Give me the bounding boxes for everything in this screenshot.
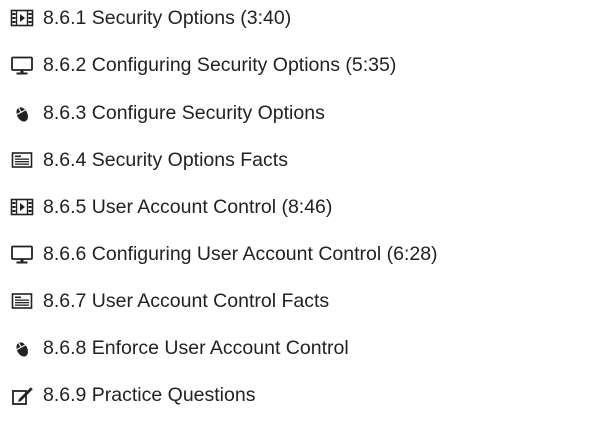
lesson-item-8-6-3[interactable]: 8.6.3 Configure Security Options xyxy=(0,97,591,129)
lesson-label: 8.6.3 Configure Security Options xyxy=(43,102,325,124)
video-icon xyxy=(10,7,34,29)
mouse-icon xyxy=(10,102,34,124)
lesson-label: 8.6.8 Enforce User Account Control xyxy=(43,337,349,359)
lesson-item-8-6-2[interactable]: 8.6.2 Configuring Security Options (5:35… xyxy=(0,49,591,81)
lesson-label: 8.6.4 Security Options Facts xyxy=(43,149,288,171)
lesson-label: 8.6.9 Practice Questions xyxy=(43,384,256,406)
lesson-label: 8.6.1 Security Options (3:40) xyxy=(43,7,292,29)
lesson-label: 8.6.2 Configuring Security Options (5:35… xyxy=(43,54,397,76)
monitor-icon xyxy=(10,243,34,265)
monitor-icon xyxy=(10,54,34,76)
lesson-item-8-6-7[interactable]: 8.6.7 User Account Control Facts xyxy=(0,285,591,317)
mouse-icon xyxy=(10,337,34,359)
video-icon xyxy=(10,196,34,218)
document-icon xyxy=(10,149,34,171)
lesson-item-8-6-1[interactable]: 8.6.1 Security Options (3:40) xyxy=(0,2,591,34)
lesson-label: 8.6.6 Configuring User Account Control (… xyxy=(43,243,438,265)
lesson-label: 8.6.7 User Account Control Facts xyxy=(43,290,330,312)
document-icon xyxy=(10,290,34,312)
lesson-item-8-6-5[interactable]: 8.6.5 User Account Control (8:46) xyxy=(0,191,591,223)
edit-icon xyxy=(10,384,34,406)
lesson-item-8-6-9[interactable]: 8.6.9 Practice Questions xyxy=(0,379,591,411)
lesson-item-8-6-4[interactable]: 8.6.4 Security Options Facts xyxy=(0,144,591,176)
lesson-item-8-6-6[interactable]: 8.6.6 Configuring User Account Control (… xyxy=(0,238,591,270)
lesson-label: 8.6.5 User Account Control (8:46) xyxy=(43,196,333,218)
lesson-item-8-6-8[interactable]: 8.6.8 Enforce User Account Control xyxy=(0,332,591,364)
